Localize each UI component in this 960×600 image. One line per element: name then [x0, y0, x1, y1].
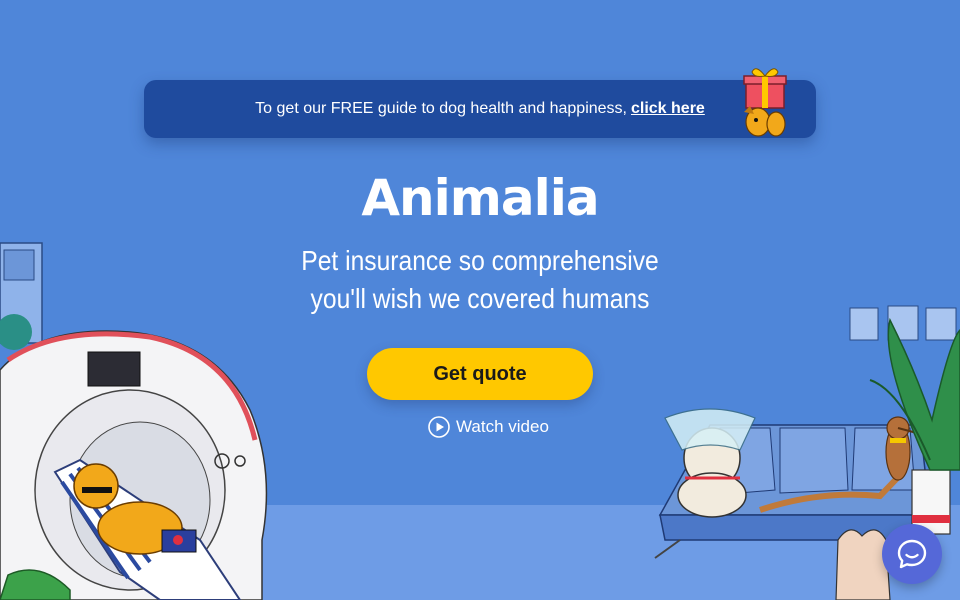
watch-video-label: Watch video [456, 417, 549, 436]
hero-tagline-line1: Pet insurance so comprehensive [301, 245, 659, 276]
chat-widget-button[interactable] [882, 524, 942, 584]
promo-banner-text: To get our FREE guide to dog health and … [255, 100, 627, 117]
brand-logo-text: Animalia [361, 169, 599, 227]
hero-tagline: Pet insurance so comprehensive you'll wi… [58, 242, 903, 318]
get-quote-button[interactable]: Get quote [367, 348, 593, 400]
watch-video-link[interactable]: Watch video [428, 414, 549, 440]
brand-logo[interactable]: Animalia [0, 168, 960, 228]
promo-banner: To get our FREE guide to dog health and … [144, 68, 816, 138]
play-circle-icon [428, 416, 450, 438]
gift-icon [743, 68, 787, 137]
promo-banner-link[interactable]: click here [631, 100, 705, 118]
chat-bubble-icon [897, 539, 927, 569]
hero-tagline-line2: you'll wish we covered humans [310, 283, 650, 314]
